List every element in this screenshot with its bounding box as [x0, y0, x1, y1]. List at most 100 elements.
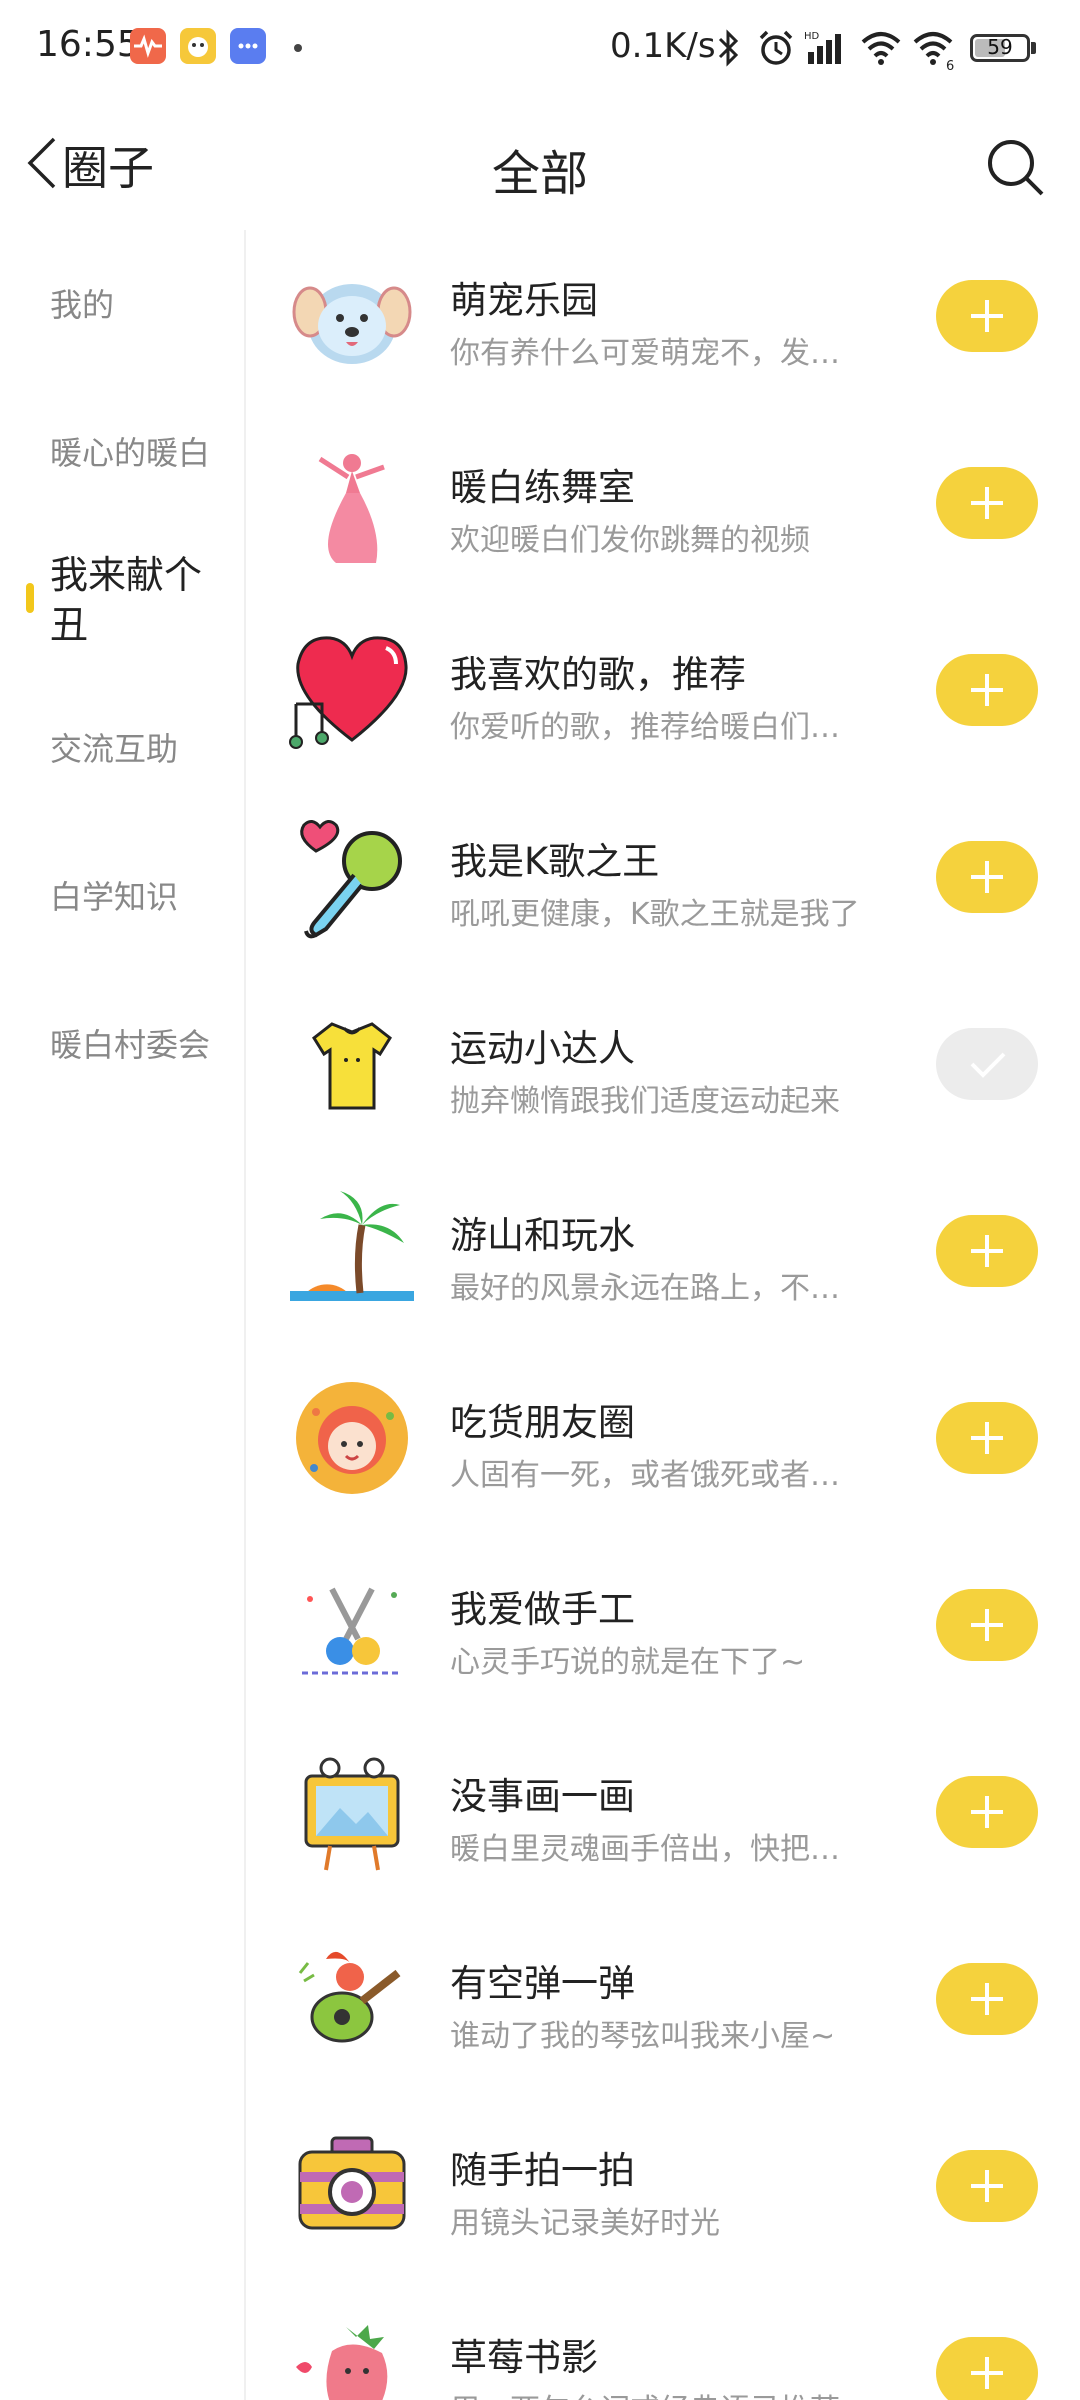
- circle-title: 随手拍一拍: [450, 2149, 635, 2192]
- more-notifications-dot: [294, 44, 302, 52]
- join-circle-button[interactable]: [936, 2150, 1038, 2222]
- circle-row[interactable]: 萌宠乐园 你有养什么可爱萌宠不，发来看看吧: [246, 230, 1080, 417]
- circle-row[interactable]: 运动小达人 抛弃懒惰跟我们适度运动起来: [246, 978, 1080, 1165]
- plus-icon: [971, 1235, 1003, 1267]
- circle-description: 你爱听的歌，推荐给暖白们也听听: [450, 710, 860, 745]
- circle-row[interactable]: 吃货朋友圈 人固有一死，或者饿死或者撑死: [246, 1352, 1080, 1539]
- battery-cap: [1031, 42, 1036, 54]
- battery-icon: 59: [970, 34, 1030, 62]
- message-notification-icon: [230, 28, 266, 64]
- circle-row[interactable]: 游山和玩水 最好的风景永远在路上，不论远近: [246, 1165, 1080, 1352]
- circle-description: 抛弃懒惰跟我们适度运动起来: [450, 1084, 840, 1119]
- circle-description: 欢迎暖白们发你跳舞的视频: [450, 523, 810, 558]
- circle-list: 萌宠乐园 你有养什么可爱萌宠不，发来看看吧 暖白练舞室 欢迎暖白们发你跳舞的视频: [246, 230, 1080, 2400]
- circle-title: 吃货朋友圈: [450, 1401, 635, 1444]
- circle-row[interactable]: 有空弹一弹 谁动了我的琴弦叫我来小屋~: [246, 1913, 1080, 2100]
- dog-app-notification-icon: [180, 28, 216, 64]
- circle-row[interactable]: 我是K歌之王 吼吼更健康，K歌之王就是我了: [246, 791, 1080, 978]
- plus-icon: [971, 300, 1003, 332]
- circle-title: 草莓书影: [450, 2336, 598, 2379]
- status-time: 16:55: [36, 24, 140, 65]
- plus-icon: [971, 1609, 1003, 1641]
- page-title: 全部: [491, 146, 588, 202]
- drawing-board-icon: [286, 1746, 418, 1878]
- circle-row[interactable]: 我喜欢的歌，推荐 你爱听的歌，推荐给暖白们也听听: [246, 604, 1080, 791]
- join-circle-button[interactable]: [936, 841, 1038, 913]
- wifi-icon: [860, 28, 902, 72]
- circle-description: 暖白里灵魂画手倍出，快把你的画作: [450, 1832, 860, 1867]
- back-button[interactable]: 圈子: [24, 130, 154, 200]
- svg-text:HD: HD: [804, 31, 820, 42]
- foodie-icon: [286, 1372, 418, 1504]
- plus-icon: [971, 1422, 1003, 1454]
- tshirt-icon: [286, 998, 418, 1130]
- circle-title: 我爱做手工: [450, 1588, 635, 1631]
- circle-title: 我喜欢的歌，推荐: [450, 653, 746, 696]
- circle-title: 有空弹一弹: [450, 1962, 635, 2005]
- wifi-6-icon: 6: [912, 28, 958, 74]
- join-circle-button[interactable]: [936, 1963, 1038, 2035]
- join-circle-button[interactable]: [936, 280, 1038, 352]
- camera-icon: [286, 2120, 418, 2252]
- guitar-icon: [286, 1933, 418, 2065]
- plus-icon: [971, 861, 1003, 893]
- circle-description: 吼吼更健康，K歌之王就是我了: [450, 897, 860, 932]
- battery-percent: 59: [987, 35, 1013, 59]
- join-circle-button[interactable]: [936, 467, 1038, 539]
- joined-circle-button[interactable]: [936, 1028, 1038, 1100]
- sidebar-item-mine[interactable]: 我的: [50, 282, 230, 328]
- plus-icon: [971, 1796, 1003, 1828]
- circle-title: 运动小达人: [450, 1027, 635, 1070]
- plus-icon: [971, 1983, 1003, 2015]
- circle-row[interactable]: 我爱做手工 心灵手巧说的就是在下了~: [246, 1539, 1080, 1726]
- sidebar-item-mutual-help[interactable]: 交流互助: [50, 726, 230, 772]
- dancer-icon: [286, 437, 418, 569]
- circle-description: 谁动了我的琴弦叫我来小屋~: [450, 2019, 836, 2054]
- circle-title: 我是K歌之王: [450, 840, 660, 883]
- signal-hd-icon: HD: [804, 28, 848, 72]
- circle-title: 游山和玩水: [450, 1214, 635, 1257]
- check-icon: [970, 1052, 1006, 1078]
- circle-title: 没事画一画: [450, 1775, 635, 1818]
- bluetooth-icon: [716, 28, 742, 72]
- circle-title: 萌宠乐园: [450, 279, 598, 322]
- microphone-icon: [286, 811, 418, 943]
- join-circle-button[interactable]: [936, 1215, 1038, 1287]
- join-circle-button[interactable]: [936, 1402, 1038, 1474]
- strawberry-icon: [286, 2307, 418, 2400]
- circle-description: 用镜头记录美好时光: [450, 2206, 720, 2241]
- scissors-icon: [286, 1559, 418, 1691]
- heart-music-icon: [286, 624, 418, 756]
- plus-icon: [971, 674, 1003, 706]
- sidebar-item-show-talent[interactable]: 我来献个丑: [50, 550, 230, 650]
- join-circle-button[interactable]: [936, 2337, 1038, 2400]
- sidebar-active-indicator: [26, 583, 34, 613]
- circle-row[interactable]: 草莓书影 用一两句台词或经典语录推荐: [246, 2287, 1080, 2400]
- dog-icon: [286, 250, 418, 382]
- circle-description: 心灵手巧说的就是在下了~: [450, 1645, 806, 1680]
- nav-header: 圈子 全部: [0, 110, 1080, 220]
- status-bar: 16:55 0.1K/s HD 6 59: [0, 0, 1080, 96]
- circle-row[interactable]: 没事画一画 暖白里灵魂画手倍出，快把你的画作: [246, 1726, 1080, 1913]
- sidebar-item-knowledge[interactable]: 白学知识: [50, 874, 230, 920]
- sidebar-item-warm-heart[interactable]: 暖心的暖白: [50, 430, 230, 476]
- search-icon: [984, 140, 1048, 204]
- chevron-left-icon: [24, 133, 58, 197]
- alarm-icon: [756, 28, 796, 72]
- circle-description: 你有养什么可爱萌宠不，发来看看吧: [450, 336, 860, 371]
- join-circle-button[interactable]: [936, 654, 1038, 726]
- plus-icon: [971, 487, 1003, 519]
- plus-icon: [971, 2170, 1003, 2202]
- circle-row[interactable]: 随手拍一拍 用镜头记录美好时光: [246, 2100, 1080, 2287]
- circle-description: 用一两句台词或经典语录推荐: [450, 2385, 860, 2400]
- network-speed: 0.1K/s: [610, 26, 716, 66]
- join-circle-button[interactable]: [936, 1776, 1038, 1848]
- palm-tree-icon: [286, 1185, 418, 1317]
- circle-row[interactable]: 暖白练舞室 欢迎暖白们发你跳舞的视频: [246, 417, 1080, 604]
- search-button[interactable]: [984, 136, 1048, 200]
- sidebar-item-village-committee[interactable]: 暖白村委会: [50, 1022, 230, 1068]
- plus-icon: [971, 2357, 1003, 2389]
- join-circle-button[interactable]: [936, 1589, 1038, 1661]
- circle-title: 暖白练舞室: [450, 466, 635, 509]
- circle-description: 最好的风景永远在路上，不论远近: [450, 1271, 860, 1306]
